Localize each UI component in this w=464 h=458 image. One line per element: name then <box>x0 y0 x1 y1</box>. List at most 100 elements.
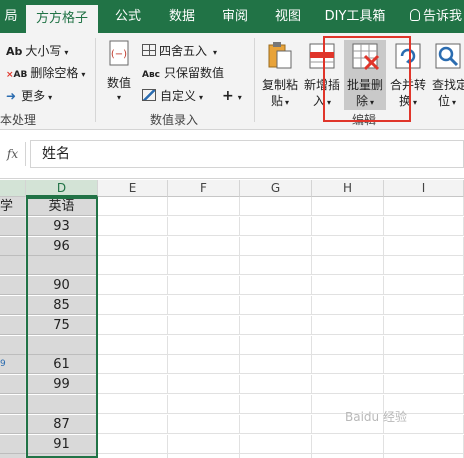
cell[interactable] <box>312 435 384 454</box>
cell-d[interactable]: 87 <box>26 415 98 434</box>
cell-d[interactable]: 64 <box>26 454 98 458</box>
cell[interactable] <box>98 454 168 458</box>
cell-d[interactable] <box>26 256 98 275</box>
cell-c[interactable] <box>0 296 26 315</box>
cell[interactable] <box>384 375 464 394</box>
cell[interactable] <box>240 296 312 315</box>
column-header-h[interactable]: H <box>312 180 384 197</box>
formula-input[interactable] <box>30 140 464 168</box>
round-button[interactable]: 四舍五入 ▾ <box>142 41 217 61</box>
cell-c[interactable] <box>0 217 26 236</box>
cell[interactable] <box>240 197 312 216</box>
cell[interactable] <box>312 256 384 275</box>
cell[interactable] <box>98 237 168 256</box>
cell[interactable] <box>98 276 168 295</box>
cell[interactable] <box>240 237 312 256</box>
column-header-c[interactable] <box>0 180 26 197</box>
cell[interactable] <box>168 256 240 275</box>
cell-c[interactable] <box>0 336 26 355</box>
cell[interactable] <box>168 395 240 414</box>
more-button[interactable]: ➜ 更多 ▾ <box>6 86 52 106</box>
cell[interactable] <box>98 217 168 236</box>
cell[interactable] <box>98 355 168 374</box>
cell[interactable] <box>312 276 384 295</box>
cell[interactable] <box>168 217 240 236</box>
cell[interactable] <box>168 296 240 315</box>
cell[interactable] <box>240 415 312 434</box>
cell-c[interactable] <box>0 395 26 414</box>
cell[interactable] <box>240 395 312 414</box>
cell-c[interactable] <box>0 276 26 295</box>
cell[interactable] <box>312 296 384 315</box>
cell-c[interactable]: 学 <box>0 197 26 216</box>
cell[interactable] <box>384 316 464 335</box>
cell[interactable] <box>168 197 240 216</box>
tab-diy-toolbox[interactable]: DIY工具箱 <box>322 0 388 33</box>
cell[interactable] <box>98 256 168 275</box>
cell[interactable] <box>168 316 240 335</box>
cell-d[interactable]: 96 <box>26 237 98 256</box>
tab-data[interactable]: 数据 <box>160 0 204 33</box>
cell-d[interactable]: 英语 <box>26 197 98 216</box>
cell[interactable] <box>312 316 384 335</box>
column-header-g[interactable]: G <box>240 180 312 197</box>
fx-icon[interactable]: fx <box>0 142 26 166</box>
cell[interactable] <box>240 355 312 374</box>
cell-d[interactable]: 61 <box>26 355 98 374</box>
cell[interactable] <box>168 415 240 434</box>
cell[interactable] <box>98 336 168 355</box>
cell[interactable] <box>168 336 240 355</box>
cell[interactable] <box>168 355 240 374</box>
cell[interactable] <box>98 395 168 414</box>
cell[interactable] <box>312 355 384 374</box>
cell-c[interactable] <box>0 435 26 454</box>
column-header-i[interactable]: I <box>384 180 464 197</box>
cell-d[interactable]: 85 <box>26 296 98 315</box>
cell[interactable] <box>98 415 168 434</box>
cell[interactable] <box>384 435 464 454</box>
cell[interactable] <box>240 217 312 236</box>
cell[interactable] <box>384 296 464 315</box>
cell-c[interactable] <box>0 375 26 394</box>
cell-d[interactable] <box>26 395 98 414</box>
tab-layout[interactable]: 局 <box>0 0 22 33</box>
cell-c[interactable] <box>0 454 26 458</box>
cell[interactable] <box>312 375 384 394</box>
tab-view[interactable]: 视图 <box>268 0 308 33</box>
cell[interactable] <box>384 237 464 256</box>
tab-fangfang[interactable]: 方方格子 <box>26 5 98 33</box>
cell-c[interactable]: 9 <box>0 355 26 374</box>
cell[interactable] <box>240 336 312 355</box>
cell-d[interactable] <box>26 336 98 355</box>
value-button[interactable]: (−) 数值 ▾ <box>100 38 138 108</box>
cell-c[interactable] <box>0 237 26 256</box>
cell[interactable] <box>384 197 464 216</box>
cell[interactable] <box>312 197 384 216</box>
cell[interactable] <box>384 276 464 295</box>
cell[interactable] <box>384 336 464 355</box>
cell[interactable] <box>168 237 240 256</box>
tell-me-search[interactable]: 告诉我 <box>410 0 464 33</box>
cell[interactable] <box>384 256 464 275</box>
cell[interactable] <box>312 217 384 236</box>
cell[interactable] <box>98 316 168 335</box>
cell-d[interactable]: 90 <box>26 276 98 295</box>
cell[interactable] <box>240 256 312 275</box>
cell[interactable] <box>98 197 168 216</box>
cell[interactable] <box>312 336 384 355</box>
column-header-d[interactable]: D <box>26 180 98 197</box>
tab-formulas[interactable]: 公式 <box>108 0 148 33</box>
tab-review[interactable]: 审阅 <box>214 0 256 33</box>
cell-c[interactable] <box>0 316 26 335</box>
cell[interactable] <box>384 355 464 374</box>
cell[interactable] <box>98 435 168 454</box>
cell[interactable] <box>168 276 240 295</box>
cell[interactable] <box>384 454 464 458</box>
copy-paste-button[interactable]: 复制粘 贴 ▾ <box>260 40 300 110</box>
cell-c[interactable] <box>0 256 26 275</box>
cell[interactable] <box>240 454 312 458</box>
trim-spaces-button[interactable]: ×AB 删除空格 ▾ <box>6 63 85 83</box>
find-locate-button[interactable]: 查找定 位 ▾ <box>430 40 464 110</box>
plus-button[interactable]: + ▾ <box>222 86 242 106</box>
cell[interactable] <box>168 435 240 454</box>
